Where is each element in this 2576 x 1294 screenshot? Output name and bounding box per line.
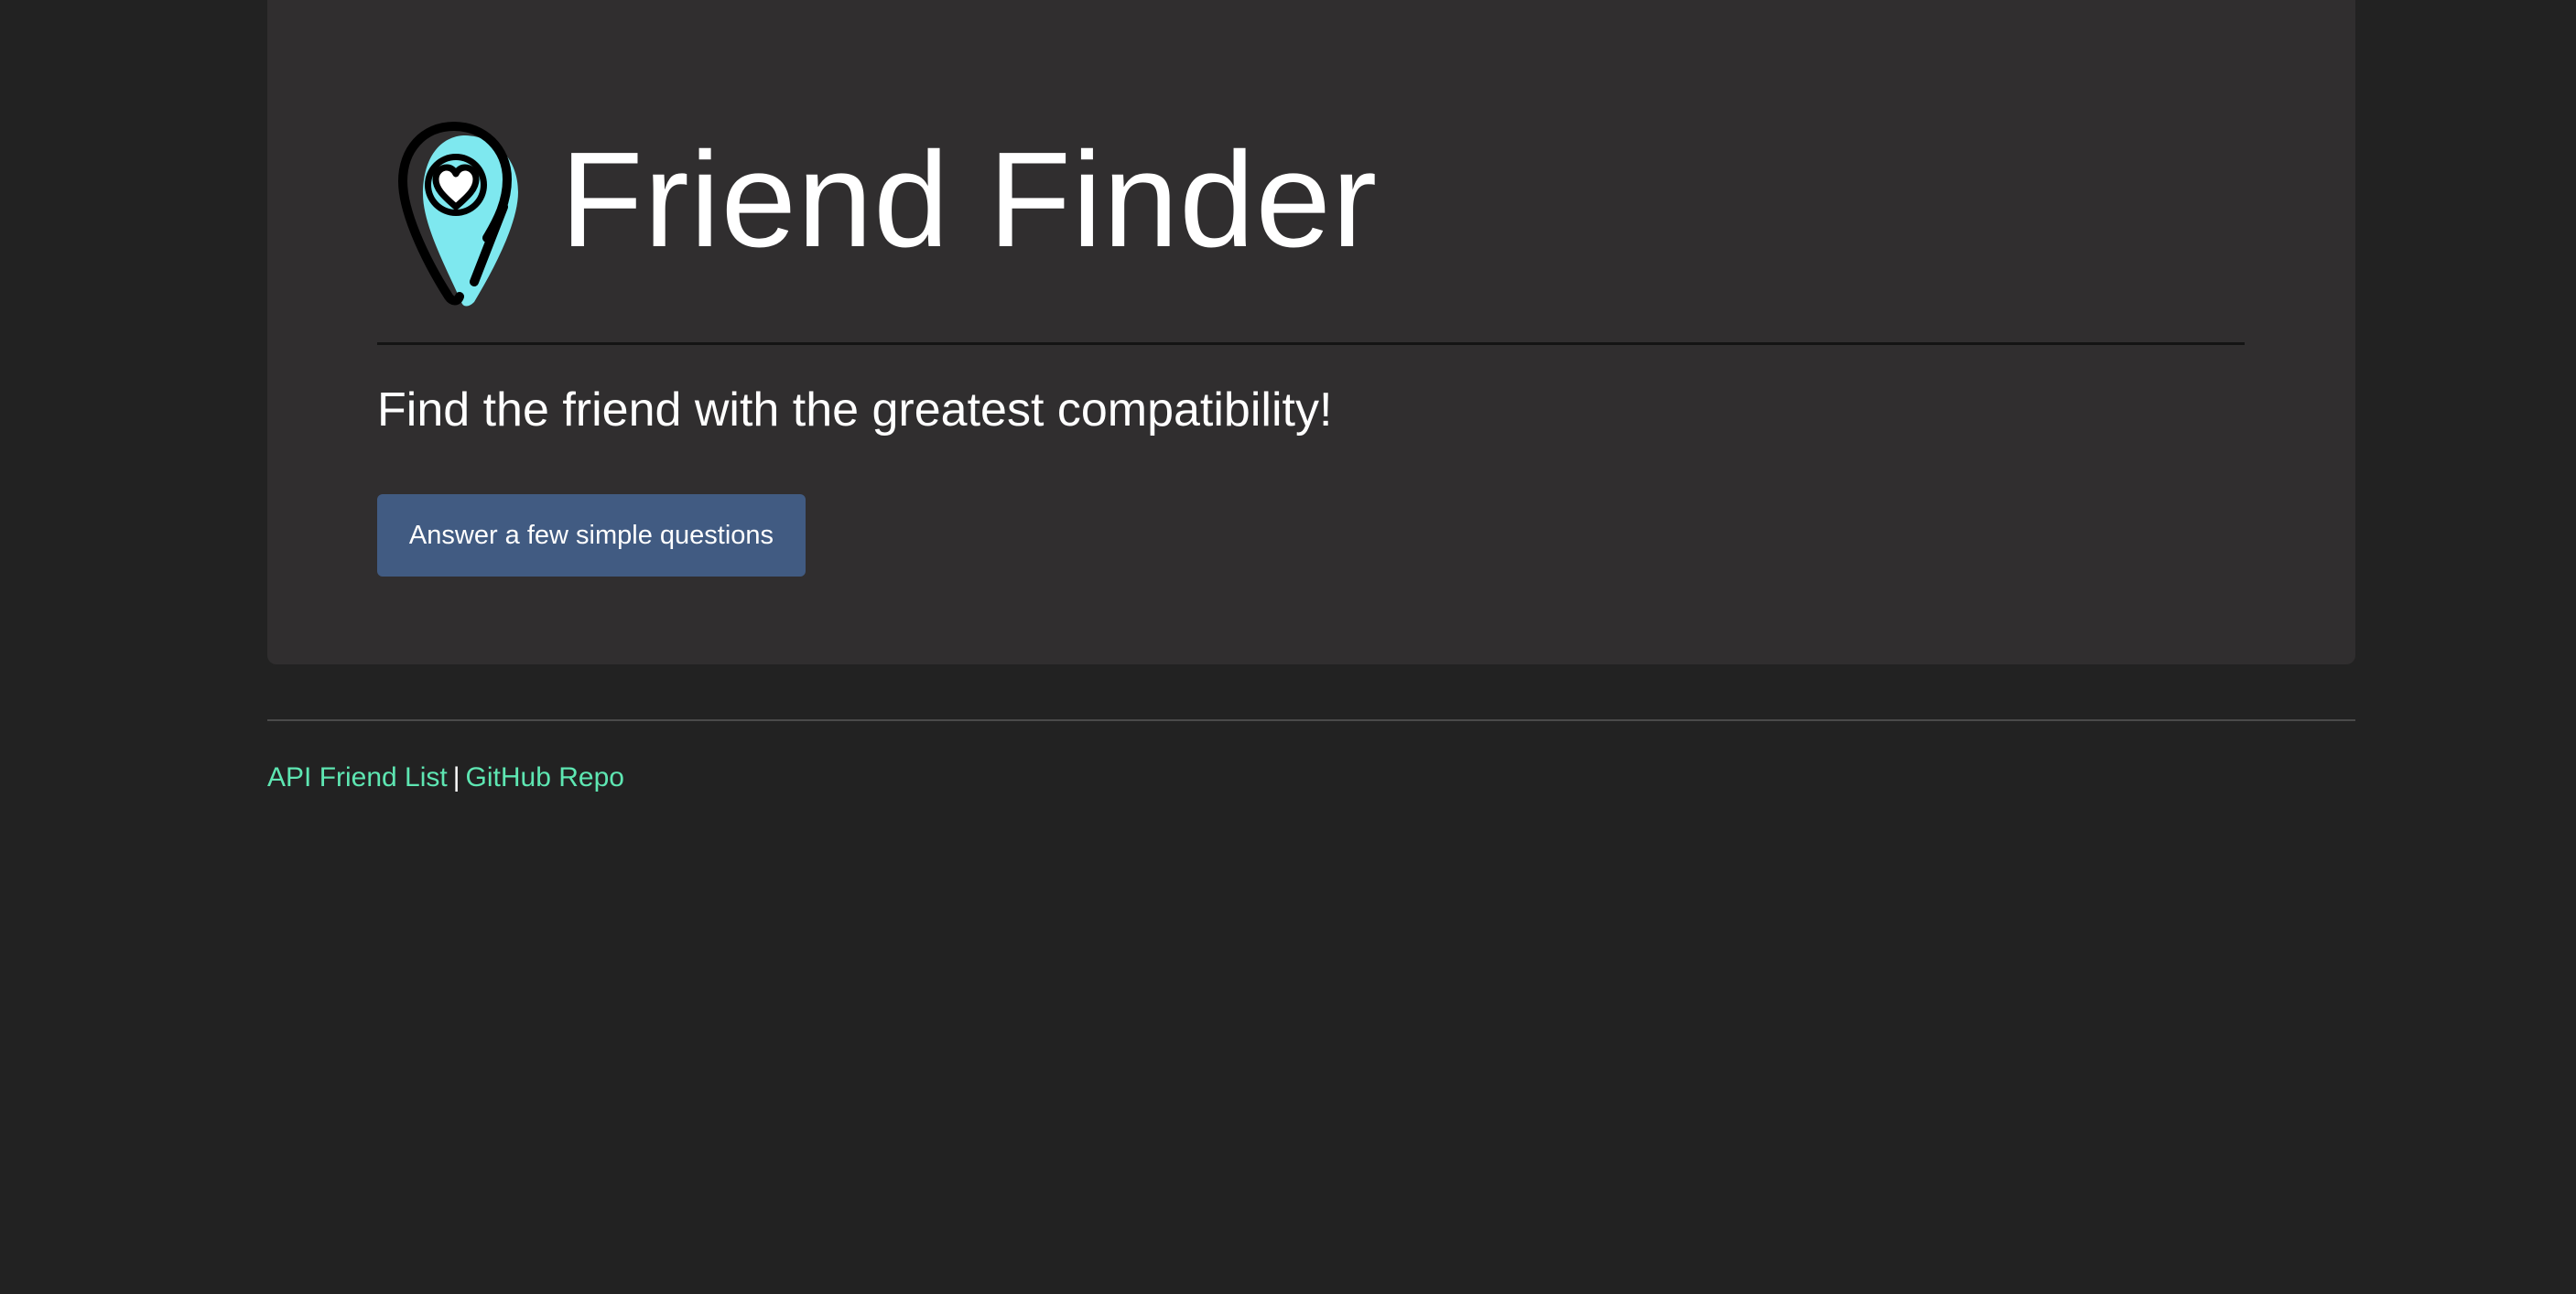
header-divider bbox=[377, 342, 2245, 345]
answer-questions-button[interactable]: Answer a few simple questions bbox=[377, 494, 806, 577]
api-friend-list-link[interactable]: API Friend List bbox=[267, 762, 448, 793]
github-repo-link[interactable]: GitHub Repo bbox=[466, 762, 624, 793]
map-pin-heart-icon bbox=[395, 119, 524, 307]
footer-divider bbox=[267, 719, 2355, 721]
tagline: Find the friend with the greatest compat… bbox=[377, 383, 1333, 437]
page-title: Friend Finder bbox=[560, 124, 1379, 275]
footer: API Friend List | GitHub Repo bbox=[267, 758, 624, 798]
footer-separator: | bbox=[452, 762, 460, 793]
